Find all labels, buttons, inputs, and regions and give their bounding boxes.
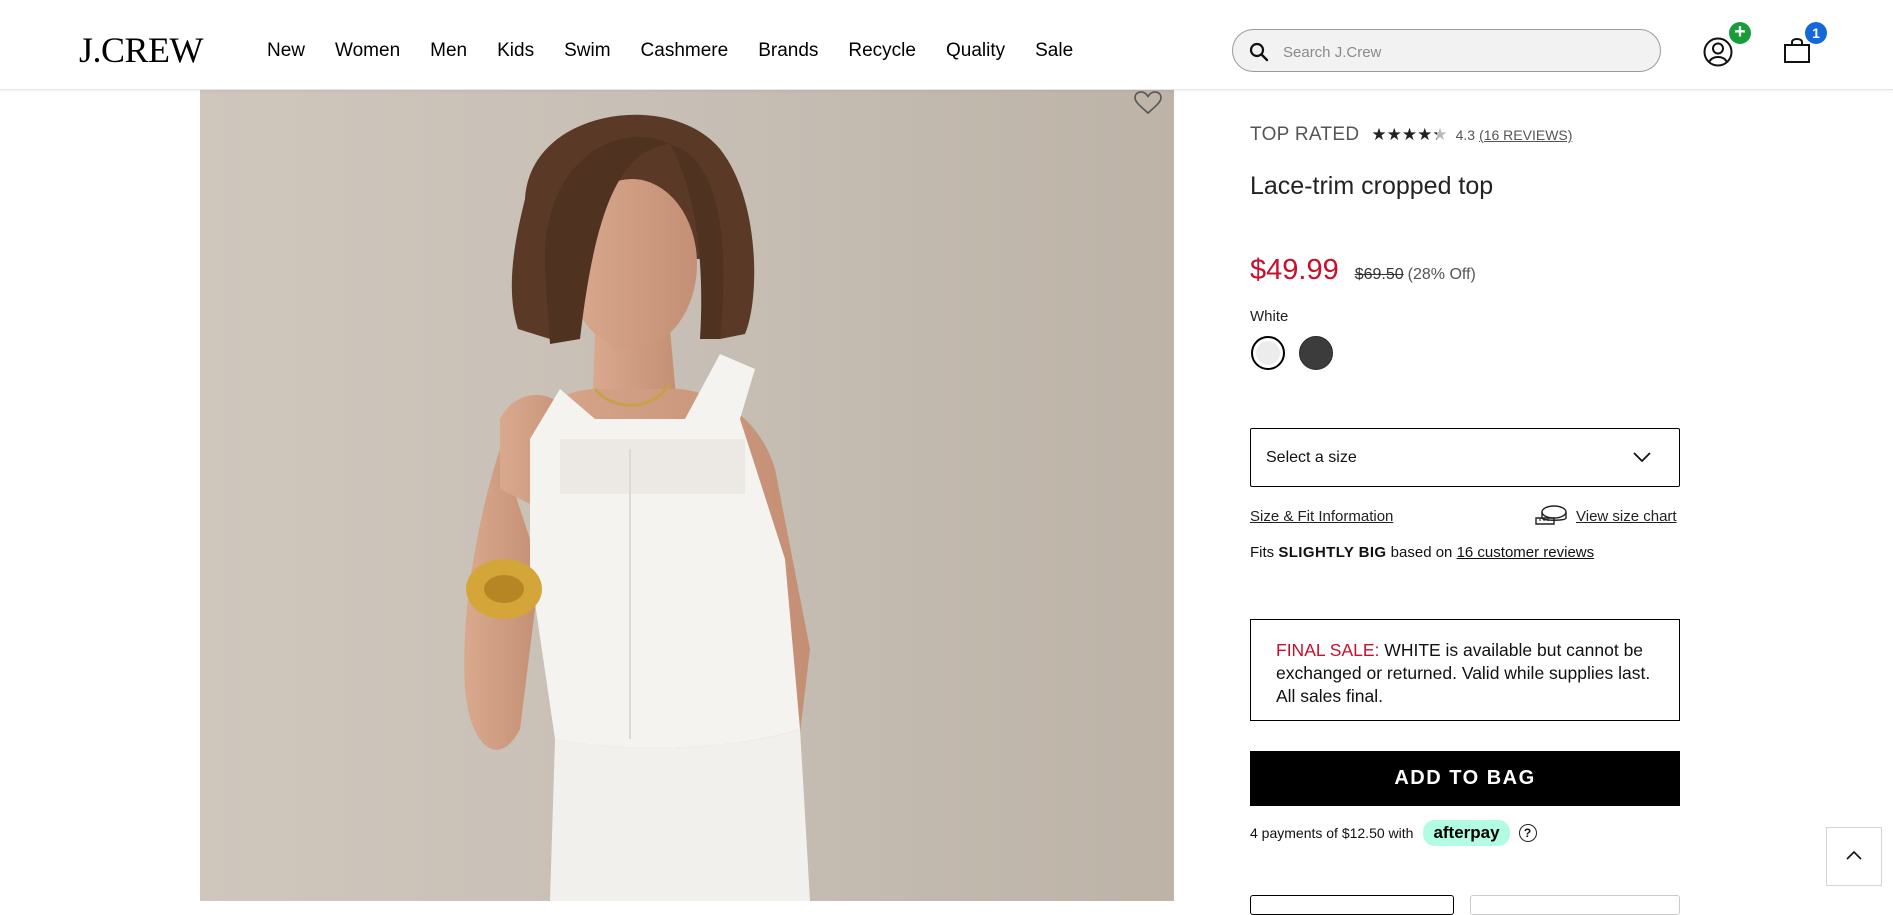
chevron-up-icon bbox=[1846, 850, 1862, 860]
search-box[interactable] bbox=[1232, 29, 1661, 72]
site-header: J.CREW New Women Men Kids Swim Cashmere … bbox=[0, 0, 1893, 90]
search-icon bbox=[1249, 42, 1269, 62]
nav-women[interactable]: Women bbox=[335, 38, 400, 64]
rating-row: TOP RATED ★ ★ ★ ★ ★ 4.3 (16 REVIEWS) bbox=[1250, 124, 1572, 146]
rating-value: 4.3 bbox=[1455, 127, 1476, 143]
original-price: $69.50 bbox=[1354, 266, 1404, 283]
bag-count-badge: 1 bbox=[1805, 22, 1827, 44]
nav-recycle[interactable]: Recycle bbox=[848, 38, 916, 64]
fits-value: SLIGHTLY BIG bbox=[1278, 544, 1387, 561]
fit-summary: Fits SLIGHTLY BIG based on 16 customer r… bbox=[1250, 544, 1594, 561]
afterpay-text: 4 payments of $12.50 with bbox=[1250, 825, 1414, 841]
afterpay-row: 4 payments of $12.50 with afterpay ? bbox=[1250, 820, 1537, 846]
sale-price: $49.99 bbox=[1250, 254, 1339, 286]
nav-new[interactable]: New bbox=[267, 38, 305, 64]
final-sale-notice: FINAL SALE: WHITE is available but canno… bbox=[1250, 619, 1680, 721]
top-rated-label: TOP RATED bbox=[1250, 124, 1360, 145]
star-icon: ★ bbox=[1386, 125, 1402, 144]
final-sale-label: FINAL SALE: bbox=[1276, 640, 1380, 660]
account-icon[interactable] bbox=[1702, 36, 1734, 68]
star-icon: ★ bbox=[1417, 125, 1433, 144]
size-select[interactable]: Select a size bbox=[1250, 428, 1680, 487]
jcrew-logo[interactable]: J.CREW bbox=[79, 30, 204, 70]
fits-prefix: Fits bbox=[1250, 544, 1275, 561]
help-icon[interactable]: ? bbox=[1518, 824, 1537, 842]
swatch-white[interactable] bbox=[1251, 336, 1285, 370]
reviews-link[interactable]: (16 REVIEWS) bbox=[1479, 127, 1572, 143]
size-fit-info-link[interactable]: Size & Fit Information bbox=[1250, 508, 1393, 525]
half-star-icon: ★ bbox=[1432, 125, 1448, 144]
swatch-black[interactable] bbox=[1299, 336, 1333, 370]
nav-kids[interactable]: Kids bbox=[497, 38, 534, 64]
color-label: White bbox=[1250, 308, 1289, 325]
customer-reviews-link[interactable]: 16 customer reviews bbox=[1457, 544, 1595, 561]
back-to-top-button[interactable] bbox=[1826, 827, 1882, 886]
nav-men[interactable]: Men bbox=[430, 38, 467, 64]
product-title: Lace-trim cropped top bbox=[1250, 172, 1494, 200]
discount-label: (28% Off) bbox=[1407, 266, 1476, 283]
product-image[interactable] bbox=[200, 89, 1174, 901]
star-icon: ★ bbox=[1401, 125, 1418, 144]
search-input[interactable] bbox=[1281, 38, 1645, 66]
fits-middle: based on bbox=[1390, 544, 1453, 561]
afterpay-logo: afterpay bbox=[1423, 820, 1510, 846]
price-row: $49.99 $69.50 (28% Off) bbox=[1250, 254, 1476, 287]
chevron-down-icon bbox=[1633, 452, 1651, 463]
nav-swim[interactable]: Swim bbox=[564, 38, 610, 64]
secondary-option-button[interactable] bbox=[1470, 895, 1680, 915]
add-to-bag-button[interactable]: ADD TO BAG bbox=[1250, 751, 1680, 806]
main-nav: New Women Men Kids Swim Cashmere Brands … bbox=[267, 38, 1103, 64]
nav-cashmere[interactable]: Cashmere bbox=[641, 38, 729, 64]
nav-sale[interactable]: Sale bbox=[1035, 38, 1073, 64]
model-photo-illustration bbox=[464, 114, 810, 901]
account-plus-badge: + bbox=[1729, 22, 1751, 44]
size-chart-link[interactable]: View size chart bbox=[1576, 508, 1677, 525]
nav-quality[interactable]: Quality bbox=[946, 38, 1005, 64]
wishlist-heart-icon[interactable] bbox=[1134, 91, 1162, 115]
star-icon: ★ bbox=[1371, 125, 1387, 144]
size-select-label: Select a size bbox=[1266, 449, 1357, 466]
star-rating: ★ ★ ★ ★ ★ bbox=[1371, 126, 1447, 144]
nav-brands[interactable]: Brands bbox=[758, 38, 818, 64]
measuring-tape-icon bbox=[1535, 505, 1567, 525]
secondary-option-button[interactable] bbox=[1250, 895, 1454, 915]
